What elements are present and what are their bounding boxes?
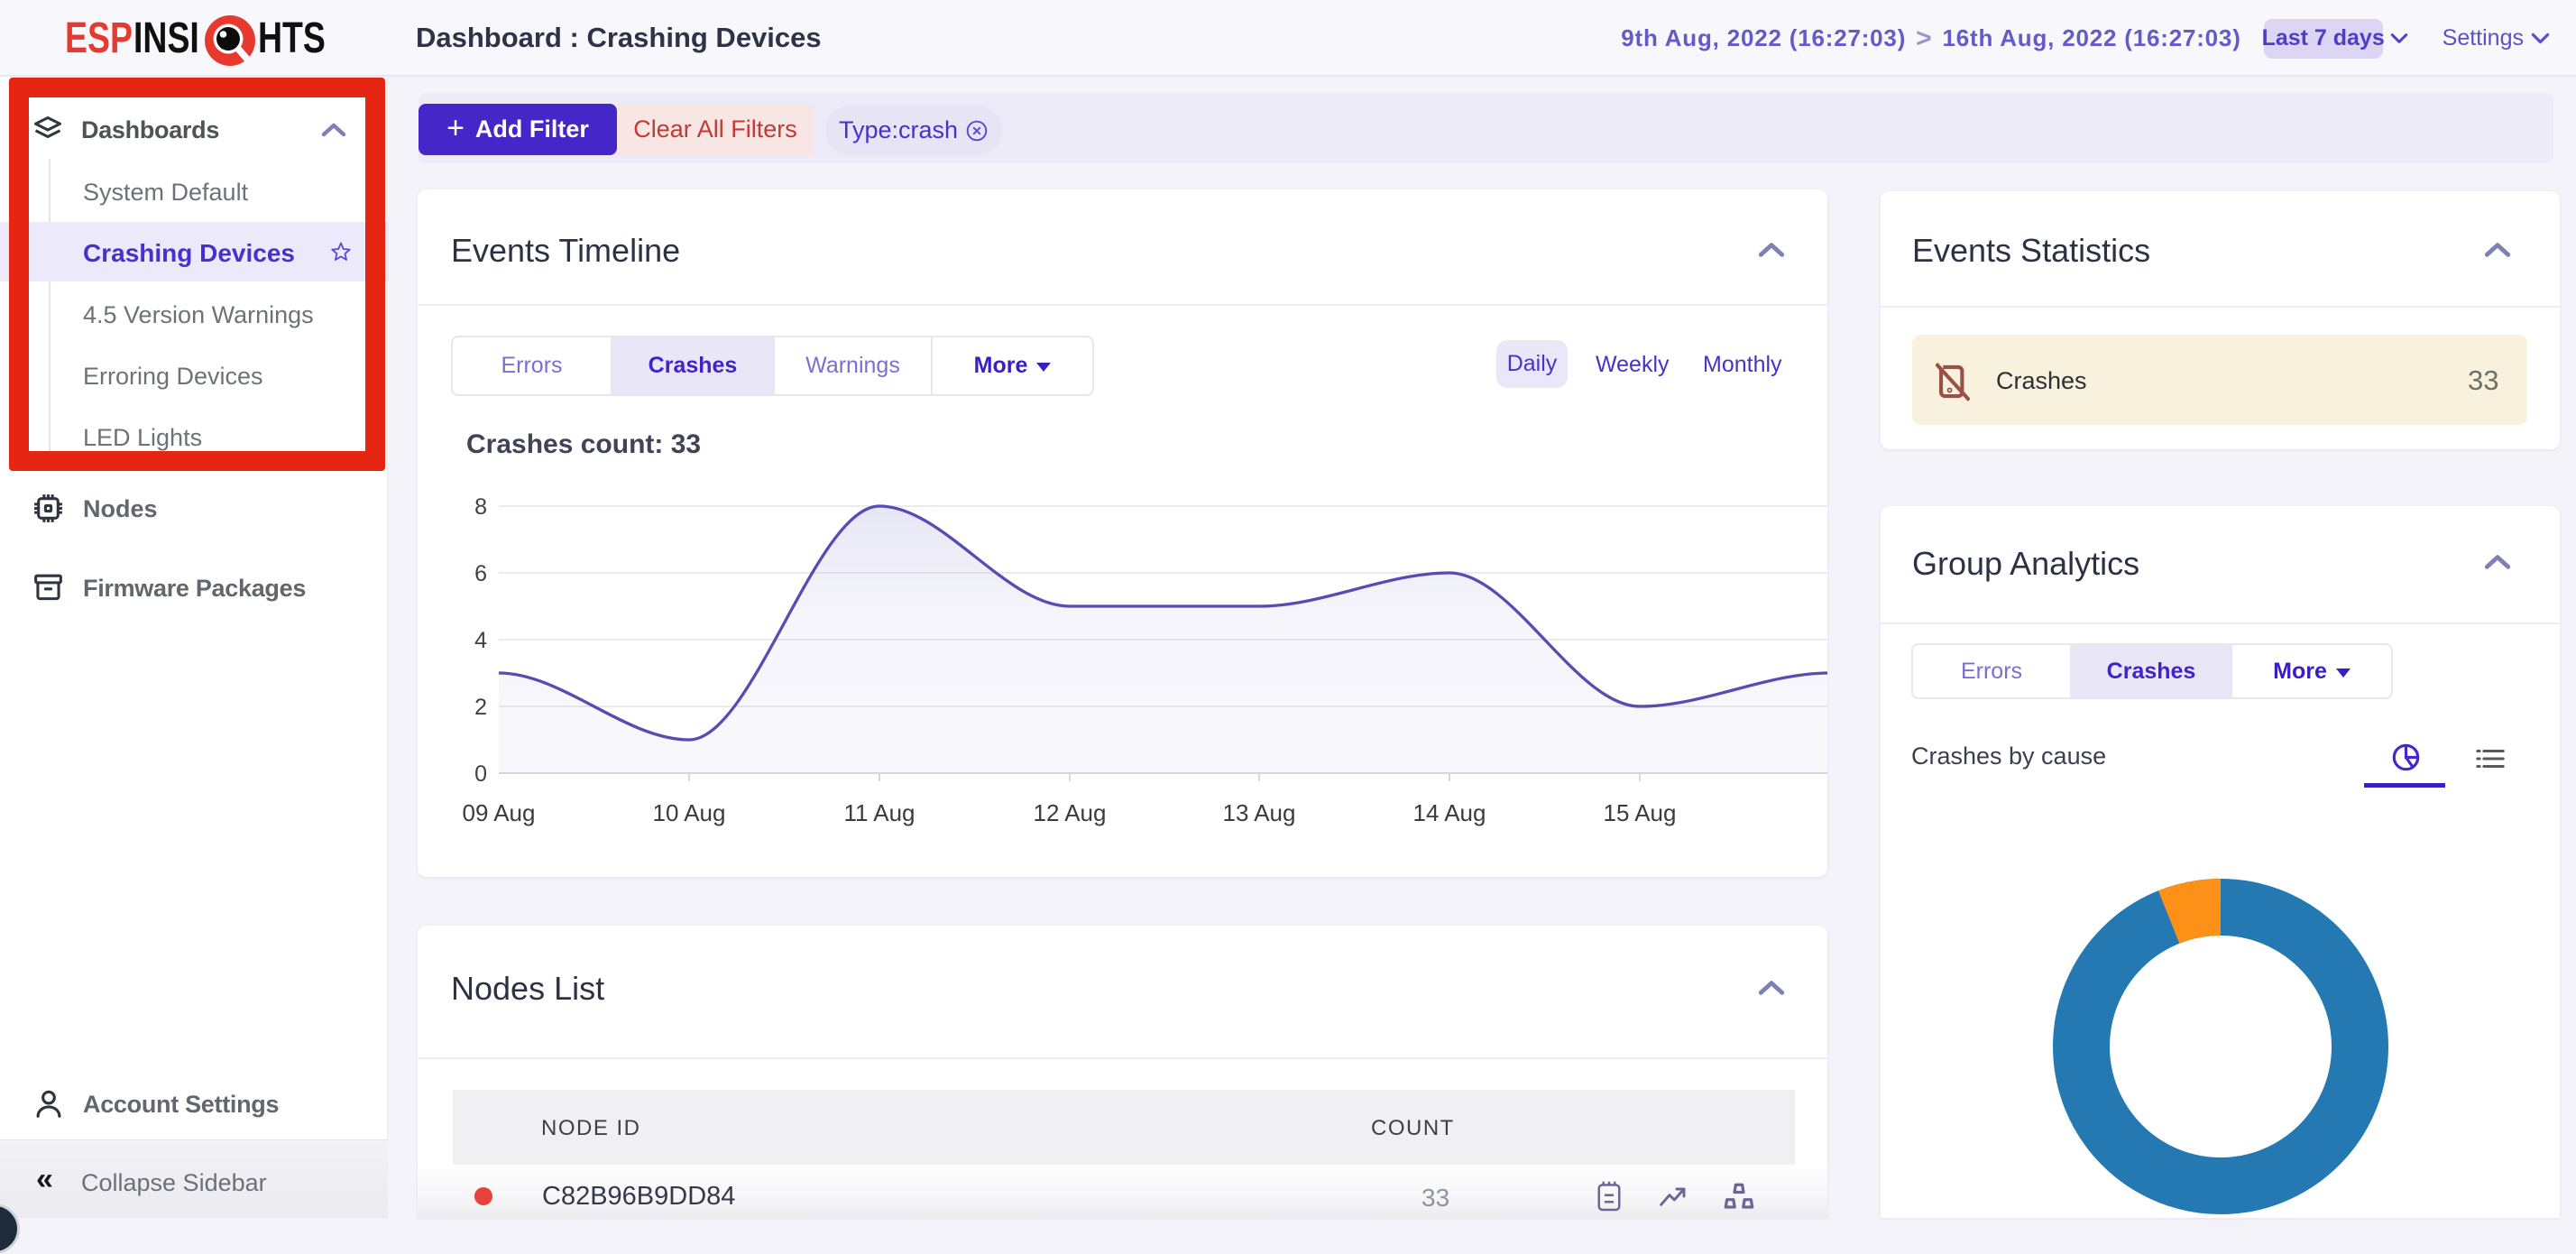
- svg-text:0: 0: [474, 761, 487, 787]
- svg-text:4: 4: [474, 628, 487, 653]
- svg-text:11 Aug: 11 Aug: [843, 799, 915, 826]
- svg-text:8: 8: [474, 494, 487, 520]
- svg-text:6: 6: [474, 561, 487, 586]
- svg-text:13 Aug: 13 Aug: [1223, 799, 1296, 826]
- svg-text:12 Aug: 12 Aug: [1034, 799, 1107, 826]
- svg-text:2: 2: [474, 695, 487, 720]
- svg-text:10 Aug: 10 Aug: [653, 799, 726, 826]
- svg-text:14 Aug: 14 Aug: [1413, 799, 1486, 826]
- svg-text:09 Aug: 09 Aug: [463, 799, 536, 826]
- svg-text:15 Aug: 15 Aug: [1604, 799, 1677, 826]
